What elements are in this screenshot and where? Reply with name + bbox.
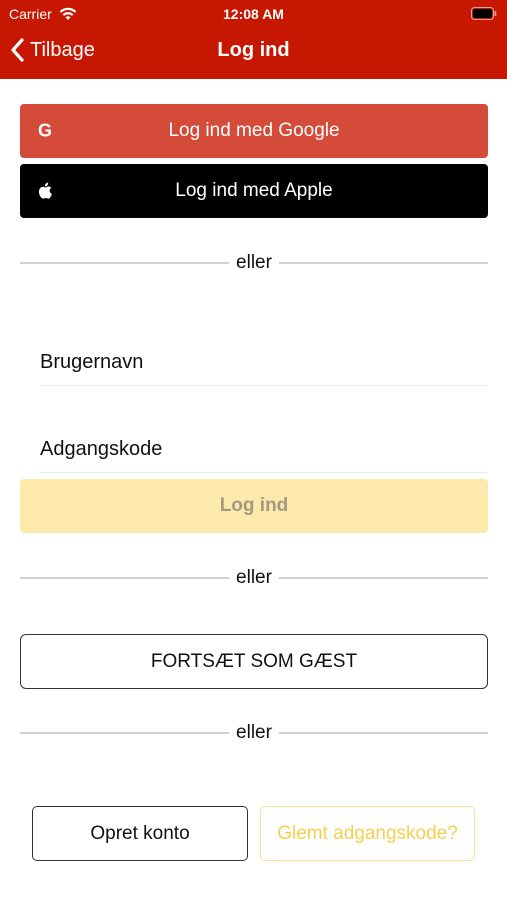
- google-login-label: Log ind med Google: [168, 120, 340, 141]
- google-icon: G: [38, 120, 53, 141]
- password-field-container: [40, 427, 488, 473]
- divider-line: [278, 732, 488, 734]
- login-button-label: Log ind: [219, 495, 289, 516]
- forgot-password-label: Glemt adgangskode?: [277, 822, 458, 844]
- divider-line: [20, 577, 230, 579]
- navigation-bar: Tilbage Log ind: [0, 30, 507, 74]
- divider-or-2: eller: [20, 566, 488, 590]
- status-bar: Carrier 12:08 AM: [0, 4, 507, 24]
- divider-label: eller: [236, 252, 272, 273]
- page-title: Log ind: [217, 39, 290, 61]
- password-input[interactable]: [40, 427, 488, 472]
- divider-or-1: eller: [20, 251, 488, 275]
- divider-label: eller: [236, 722, 272, 743]
- header-bar: Carrier 12:08 AM Tilbage Log ind: [0, 0, 507, 79]
- google-login-button[interactable]: G Log ind med Google: [20, 104, 488, 158]
- username-field-container: [40, 340, 488, 386]
- divider-label: eller: [236, 567, 272, 588]
- battery-icon: [471, 7, 497, 20]
- create-account-button[interactable]: Opret konto: [32, 806, 248, 861]
- divider-line: [278, 577, 488, 579]
- apple-icon: [38, 182, 52, 199]
- apple-login-label: Log ind med Apple: [175, 180, 333, 201]
- status-time: 12:08 AM: [223, 6, 284, 22]
- guest-button-label: FORTSÆT SOM GÆST: [150, 650, 358, 672]
- divider-line: [20, 732, 230, 734]
- divider-or-3: eller: [20, 721, 488, 745]
- username-input[interactable]: [40, 340, 488, 385]
- create-account-label: Opret konto: [90, 822, 190, 844]
- forgot-password-button[interactable]: Glemt adgangskode?: [260, 806, 475, 861]
- login-button[interactable]: Log ind: [20, 479, 488, 533]
- divider-line: [20, 262, 230, 264]
- apple-login-button[interactable]: Log ind med Apple: [20, 164, 488, 218]
- divider-line: [278, 262, 488, 264]
- continue-as-guest-button[interactable]: FORTSÆT SOM GÆST: [20, 634, 488, 689]
